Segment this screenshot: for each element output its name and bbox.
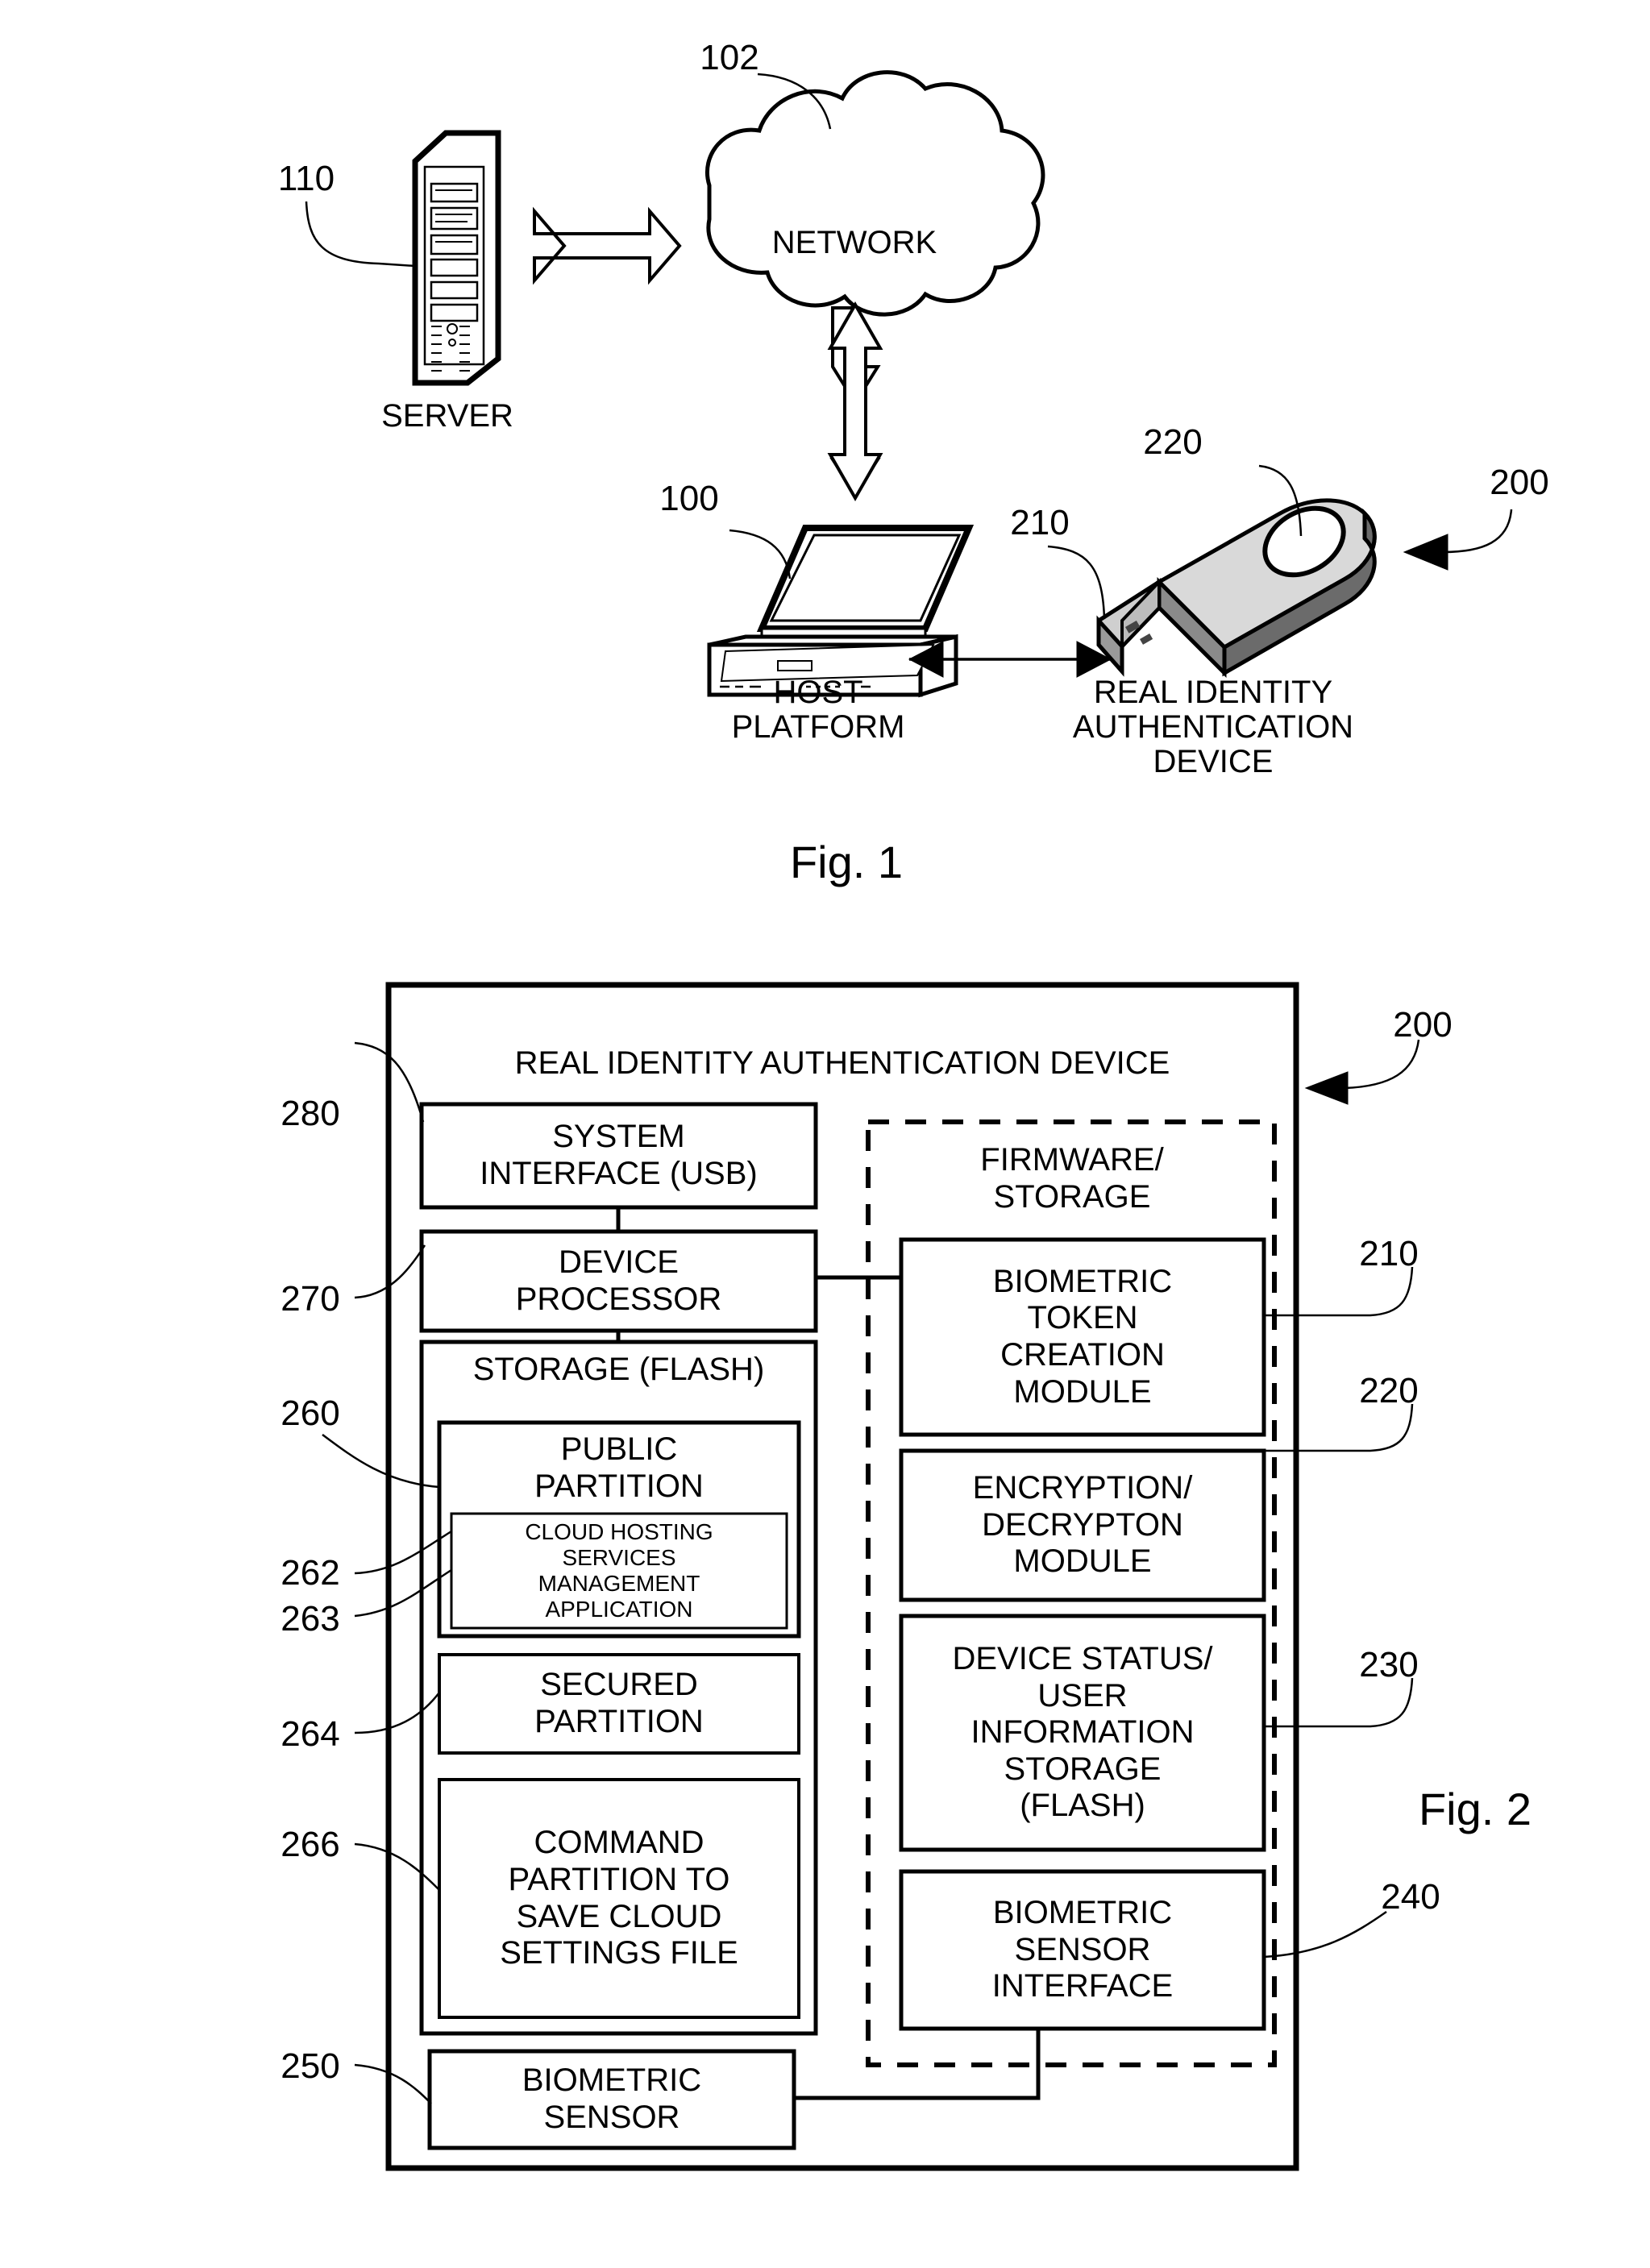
ref-266-fig2: 266 [281,1825,340,1864]
firmware-storage-label: FIRMWARE/ STORAGE [980,1141,1164,1215]
biometric-token-creation-label: BIOMETRIC TOKEN CREATION MODULE [992,1263,1173,1410]
ref-250-fig2: 250 [281,2046,340,2086]
command-partition-label: COMMAND PARTITION TO SAVE CLOUD SETTINGS… [500,1825,738,1971]
figure-2-graphics [322,982,1420,2171]
ref-263-fig2: 263 [281,1599,340,1639]
cloud-hosting-app-label: CLOUD HOSTING SERVICES MANAGEMENT APPLIC… [525,1519,713,1622]
ref-200-fig2: 200 [1393,1005,1453,1045]
ref-264-fig2: 264 [281,1714,340,1754]
biometric-sensor-label: BIOMETRIC SENSOR [522,2062,702,2135]
system-interface-label: SYSTEM INTERFACE (USB) [480,1119,758,1191]
ref-240-fig2-num: 240 [1381,1877,1440,1917]
ref-220-fig2-num: 220 [1359,1371,1419,1410]
device-processor-label: DEVICE PROCESSOR [515,1244,722,1317]
ref-260-fig2: 260 [281,1394,340,1433]
ref-230-fig2-num: 230 [1359,1645,1419,1684]
ref-280-fig2: 280 [281,1094,340,1133]
ref-210-fig2-num: 210 [1359,1234,1419,1273]
public-partition-label: PUBLIC PARTITION [534,1431,704,1504]
encryption-decryption-label: ENCRYPTION/ DECRYPTON MODULE [972,1470,1193,1580]
device-status-storage-label: DEVICE STATUS/ USER INFORMATION STORAGE … [952,1641,1213,1824]
patent-drawing-sheet: 110 102 100 210 220 200 NETWORK SERVER H… [0,0,1650,2268]
ref-262-fig2: 262 [281,1553,340,1593]
storage-flash-label: STORAGE (FLASH) [472,1352,765,1387]
figure-2-caption: Fig. 2 [1418,1784,1532,1834]
biometric-sensor-interface-label: BIOMETRIC SENSOR INTERFACE [991,1895,1174,2004]
figure-2-device-title: REAL IDENTITY AUTHENTICATION DEVICE [514,1045,1170,1081]
ref-270-fig2: 270 [281,1279,340,1319]
lead-line-200 [1304,1039,1420,1105]
secured-partition-label: SECURED PARTITION [534,1667,704,1739]
